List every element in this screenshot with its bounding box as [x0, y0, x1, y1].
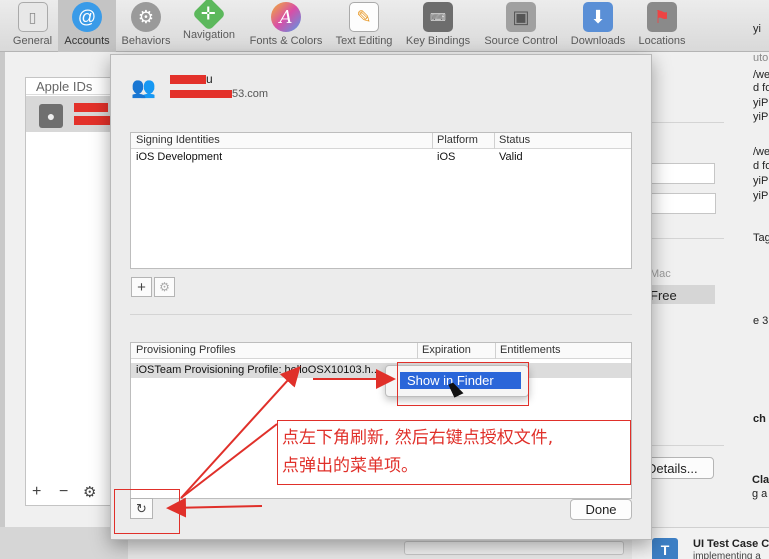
- xcode-preferences-screen: ▯ General @ Accounts ⚙ Behaviors ✛ Navig…: [0, 0, 769, 559]
- arrow-to-refresh-button: [166, 497, 263, 518]
- arrow-to-refresh-from-text: [180, 423, 278, 499]
- annotation-arrows: [166, 366, 396, 518]
- arrow-up-to-profile: [180, 366, 301, 499]
